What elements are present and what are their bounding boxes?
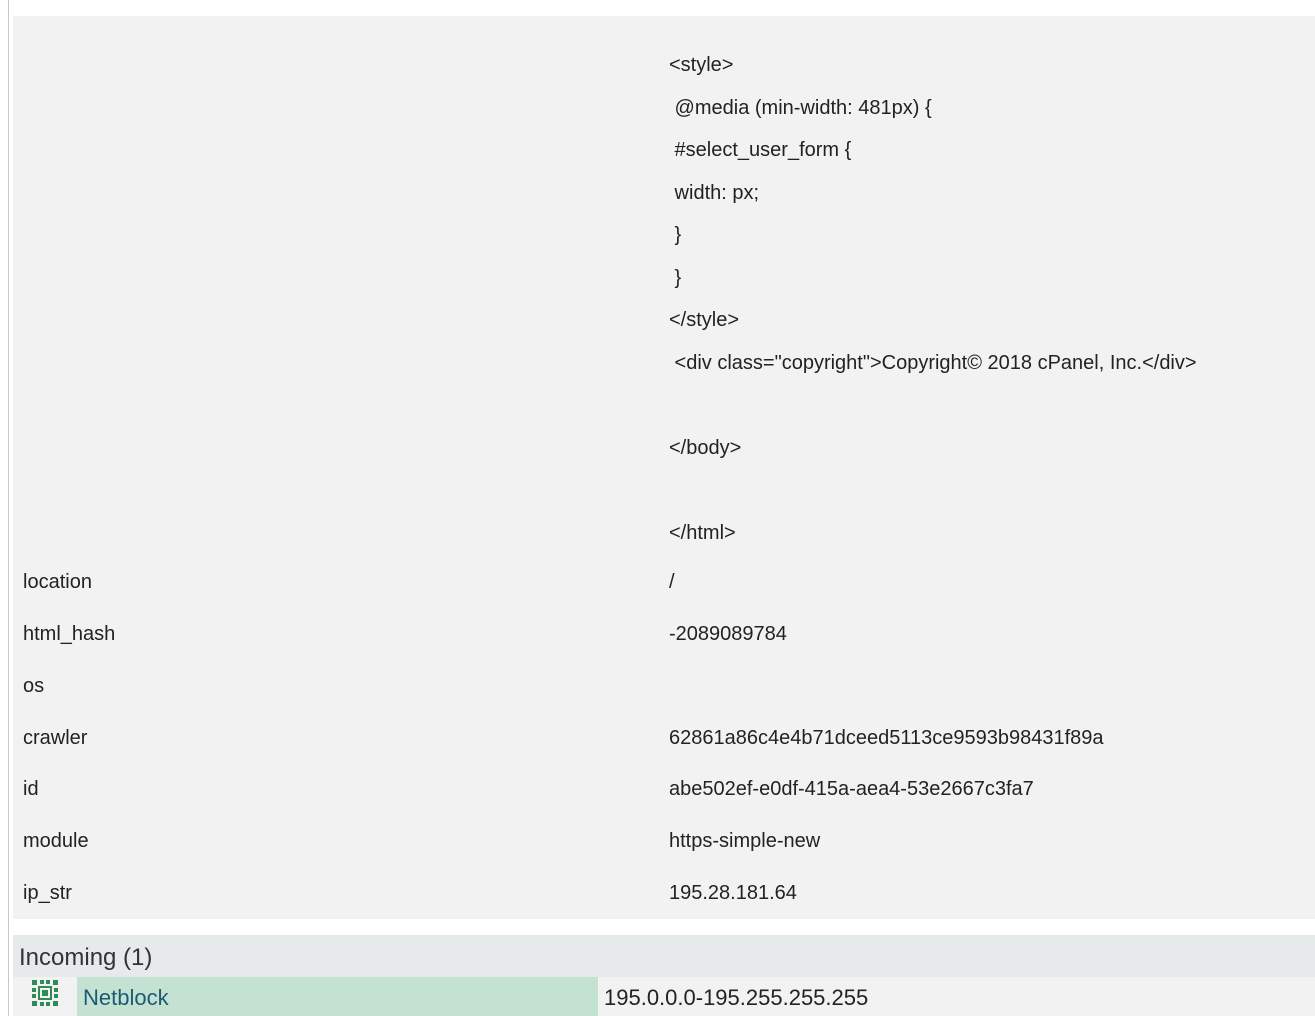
property-value: 195.28.181.64 bbox=[669, 882, 797, 904]
property-value: -2089089784 bbox=[669, 623, 787, 645]
html-line: </style> bbox=[669, 309, 740, 331]
html-line: </html> bbox=[669, 522, 736, 544]
property-value: https-simple-new bbox=[669, 830, 821, 852]
property-key: id bbox=[23, 778, 39, 800]
incoming-title: Incoming (1) bbox=[19, 944, 153, 971]
property-row-location: location / bbox=[13, 563, 1315, 603]
property-row-id: id abe502ef-e0df-415a-aea4-53e2667c3fa7 bbox=[13, 770, 1315, 810]
property-value: abe502ef-e0df-415a-aea4-53e2667c3fa7 bbox=[669, 778, 1034, 800]
property-key: html_hash bbox=[23, 623, 116, 645]
html-line: } bbox=[669, 267, 682, 289]
incoming-header[interactable]: Incoming (1) bbox=[13, 935, 1315, 977]
property-row-os: os bbox=[13, 667, 1315, 707]
property-key: crawler bbox=[23, 727, 88, 749]
netblock-type-cell[interactable]: Netblock bbox=[77, 977, 598, 1016]
netblock-type-label: Netblock bbox=[83, 985, 169, 1010]
html-line: <div class="copyright">Copyright© 2018 c… bbox=[669, 352, 1197, 374]
property-key: os bbox=[23, 675, 45, 697]
property-row-crawler: crawler 62861a86c4e4b71dceed5113ce9593b9… bbox=[13, 719, 1315, 759]
property-key: module bbox=[23, 830, 89, 852]
property-key: ip_str bbox=[23, 882, 72, 904]
html-line: } bbox=[669, 224, 682, 246]
html-line: <style> bbox=[669, 54, 734, 76]
left-divider bbox=[8, 0, 9, 1016]
property-row-ip-str: ip_str 195.28.181.64 bbox=[13, 874, 1315, 914]
property-key: location bbox=[23, 571, 92, 593]
property-row-module: module https-simple-new bbox=[13, 822, 1315, 862]
html-line: #select_user_form { bbox=[669, 139, 852, 161]
incoming-panel: Incoming (1) Netblock 195.0.0.0-195.255.… bbox=[13, 935, 1315, 1016]
html-line: </body> bbox=[669, 437, 742, 459]
html-banner: <style> @media (min-width: 481px) { #sel… bbox=[669, 16, 1315, 544]
properties-panel: <style> @media (min-width: 481px) { #sel… bbox=[13, 16, 1315, 919]
page: <style> @media (min-width: 481px) { #sel… bbox=[0, 0, 1315, 1016]
html-line: @media (min-width: 481px) { bbox=[669, 97, 932, 119]
property-row-html-hash: html_hash -2089089784 bbox=[13, 615, 1315, 655]
html-line: width: px; bbox=[669, 182, 760, 204]
property-value: / bbox=[669, 571, 675, 593]
netblock-icon bbox=[32, 980, 58, 1006]
netblock-range[interactable]: 195.0.0.0-195.255.255.255 bbox=[604, 985, 868, 1011]
incoming-relation-row[interactable]: Netblock 195.0.0.0-195.255.255.255 bbox=[13, 977, 1315, 1016]
property-value: 62861a86c4e4b71dceed5113ce9593b98431f89a bbox=[669, 727, 1104, 749]
